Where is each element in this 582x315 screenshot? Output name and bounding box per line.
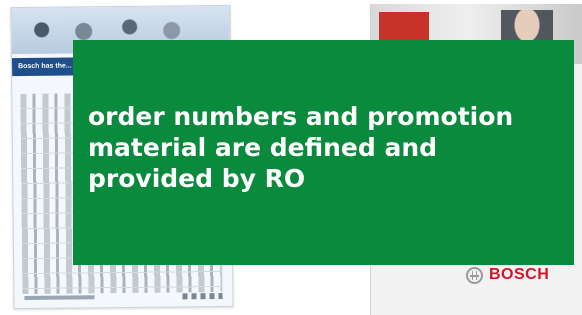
- bosch-logo: BOSCH: [466, 266, 549, 284]
- bosch-armature-icon: [466, 266, 483, 284]
- slide-canvas: Bosch has the... BOSCH order numbers and…: [0, 0, 582, 315]
- bosch-logo-text: BOSCH: [489, 266, 550, 283]
- poster-footer-line: [24, 295, 95, 301]
- callout-box: order numbers and promotion material are…: [73, 40, 574, 265]
- brochure-red-block: [379, 12, 429, 42]
- poster-footer-dots: [182, 292, 223, 300]
- callout-text: order numbers and promotion material are…: [88, 102, 514, 193]
